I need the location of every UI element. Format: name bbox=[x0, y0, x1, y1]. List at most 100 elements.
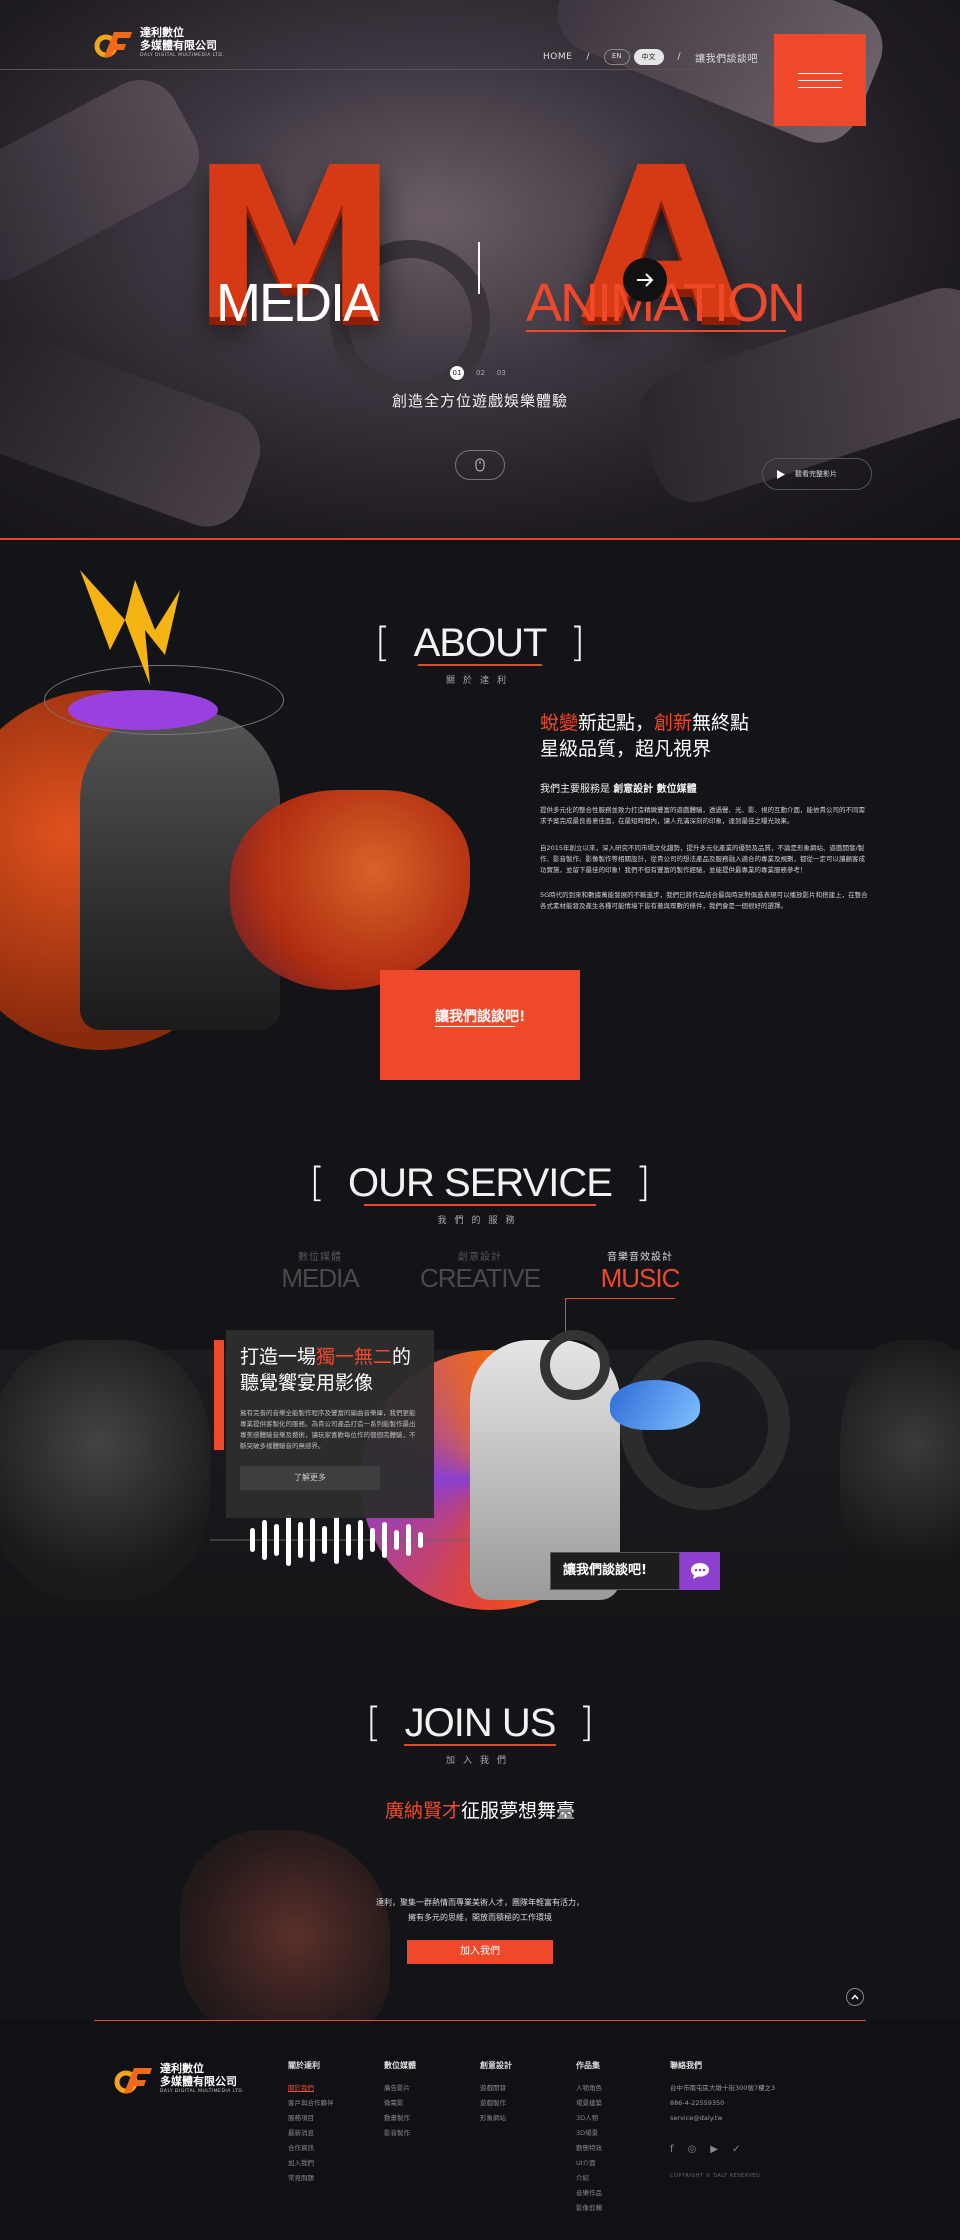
service-tab-creative[interactable]: 創意設計 CREATIVE bbox=[420, 1248, 541, 1294]
arrow-right-icon bbox=[637, 273, 654, 287]
footer-link[interactable]: UI介面 bbox=[576, 2156, 602, 2171]
footer-link[interactable]: 動畫製作 bbox=[384, 2111, 416, 2126]
footer-link[interactable]: 廣告影片 bbox=[384, 2081, 416, 2096]
contact-address: 台中市南屯區大墩十街300號7樓之3 bbox=[670, 2084, 776, 2092]
footer-brand-en: DALY DIGITAL MULTIMEDIA LTD. bbox=[160, 2089, 245, 2094]
service-card-text: 擁有完善的音樂全能製作程序及豐富的編曲音樂庫，我們更能專業提供客製化的服務。為貴… bbox=[240, 1409, 416, 1450]
footer-brand-line2: 多媒體有限公司 bbox=[160, 2075, 237, 2088]
sound-wave-icon bbox=[210, 1514, 470, 1566]
hero-next-button[interactable] bbox=[623, 258, 667, 302]
about-subtitle: 關於達利 bbox=[445, 676, 514, 686]
lang-zh-button[interactable]: 中文 bbox=[633, 49, 664, 65]
about-headline: 蛻變新起點，創新無終點 星級品質，超凡視界 bbox=[540, 712, 750, 760]
footer-link[interactable]: 影音製作 bbox=[384, 2126, 416, 2141]
lang-en-button[interactable]: EN bbox=[603, 49, 630, 65]
chat-button[interactable] bbox=[680, 1552, 720, 1590]
footer-link[interactable]: 客戶與合作夥伴 bbox=[288, 2096, 334, 2111]
watch-video-button[interactable]: 觀看完整影片 bbox=[762, 458, 872, 490]
about-title: ABOUT bbox=[413, 621, 548, 665]
service-section: [ OUR SERVICE ] 我們的服務 數位媒體 MEDIA 創意設計 CR… bbox=[0, 1080, 960, 1620]
footer-col-media: 數位媒體 廣告影片 微電影 動畫製作 影音製作 bbox=[384, 2060, 416, 2141]
join-us-button[interactable]: 加入我們 bbox=[407, 1940, 553, 1964]
brand-name-line2: 多媒體有限公司 bbox=[140, 39, 217, 52]
footer-top-line bbox=[94, 2020, 866, 2021]
site-logo[interactable]: 達利數位 多媒體有限公司 DALY DIGITAL MULTIMEDIA LTD… bbox=[94, 26, 224, 59]
footer-link[interactable]: 介紹 bbox=[576, 2171, 602, 2186]
brand-logo-icon bbox=[114, 2067, 152, 2093]
social-links: f ◎ ▶ ✓ bbox=[670, 2144, 775, 2155]
phoenix-illustration bbox=[230, 790, 470, 990]
footer-link[interactable]: 遊戲開發 bbox=[480, 2081, 512, 2096]
footer-link[interactable]: 服務項目 bbox=[288, 2111, 334, 2126]
site-footer: 達利數位 多媒體有限公司 DALY DIGITAL MULTIMEDIA LTD… bbox=[0, 2020, 960, 2240]
footer-link[interactable]: 加入我們 bbox=[288, 2156, 334, 2171]
instagram-icon[interactable]: ◎ bbox=[688, 2144, 697, 2155]
footer-link[interactable]: 影像剪輯 bbox=[576, 2201, 602, 2216]
nav-home[interactable]: HOME bbox=[543, 52, 572, 62]
service-chat-label[interactable]: 讓我們談談吧! bbox=[550, 1552, 680, 1590]
footer-link[interactable]: 關於我們 bbox=[288, 2081, 334, 2096]
service-card-title: 打造一場獨一無二的 聽覺饗宴用影像 bbox=[240, 1346, 412, 1394]
footer-link[interactable]: 3D場景 bbox=[576, 2126, 602, 2141]
footer-link[interactable]: 音樂作品 bbox=[576, 2186, 602, 2201]
hero-bg-shape bbox=[0, 65, 213, 295]
menu-button[interactable] bbox=[774, 34, 866, 126]
brand-logo-icon bbox=[94, 31, 132, 57]
about-cta-button[interactable]: 讓我們談談吧! bbox=[380, 970, 580, 1080]
service-card-accent bbox=[214, 1340, 224, 1450]
learn-more-button[interactable]: 了解更多 bbox=[240, 1466, 380, 1490]
footer-col-portfolio: 作品集 人物角色 場景建築 3D人物 3D場景 動態特效 UI介面 介紹 音樂作… bbox=[576, 2060, 602, 2216]
footer-link[interactable]: 場景建築 bbox=[576, 2096, 602, 2111]
nav-contact[interactable]: 讓我們談談吧 bbox=[695, 50, 758, 65]
mouse-icon bbox=[475, 458, 485, 472]
language-switch: EN 中文 bbox=[603, 49, 664, 65]
service-title: OUR SERVICE bbox=[348, 1161, 613, 1205]
copyright: COPYRIGHT © DALY RESERVED bbox=[670, 2173, 761, 2179]
back-to-top-button[interactable] bbox=[846, 1988, 864, 2006]
footer-logo[interactable]: 達利數位 多媒體有限公司 DALY DIGITAL MULTIMEDIA LTD… bbox=[114, 2062, 244, 2095]
hero-animation-underline bbox=[526, 330, 786, 332]
bird-illustration bbox=[610, 1380, 700, 1430]
header-divider bbox=[0, 69, 774, 70]
footer-link[interactable]: 3D人物 bbox=[576, 2111, 602, 2126]
service-card: 打造一場獨一無二的 聽覺饗宴用影像 擁有完善的音樂全能製作程序及豐富的編曲音樂庫… bbox=[226, 1330, 434, 1518]
footer-link[interactable]: 合作資訊 bbox=[288, 2141, 334, 2156]
service-tab-active-line bbox=[565, 1298, 675, 1299]
service-subtitle: 我們的服務 bbox=[437, 1216, 523, 1226]
brand-name-line1: 達利數位 bbox=[140, 26, 184, 39]
about-services: 我們主要服務是 創意設計 數位媒體 bbox=[540, 784, 697, 795]
footer-col-creative: 創意設計 遊戲開發 遊戲製作 形象網站 bbox=[480, 2060, 512, 2126]
nav-separator: / bbox=[586, 52, 590, 62]
service-tab-media[interactable]: 數位媒體 MEDIA bbox=[280, 1248, 360, 1294]
hero-divider bbox=[478, 242, 480, 294]
about-paragraph-1: 提供多元化的整合性服務並致力打造精緻豐富的遊戲體驗，透過聲、光、影、視的互動介面… bbox=[540, 806, 865, 825]
footer-link[interactable]: 動態特效 bbox=[576, 2141, 602, 2156]
service-tab-music[interactable]: 音樂音效設計 MUSIC bbox=[590, 1248, 690, 1294]
slide-dot-2[interactable]: 02 bbox=[476, 369, 485, 377]
footer-link[interactable]: 形象網站 bbox=[480, 2111, 512, 2126]
youtube-icon[interactable]: ▶ bbox=[710, 2144, 718, 2155]
scroll-indicator[interactable] bbox=[455, 450, 505, 480]
footer-link[interactable]: 微電影 bbox=[384, 2096, 416, 2111]
play-icon bbox=[777, 469, 785, 479]
footer-link[interactable]: 遊戲製作 bbox=[480, 2096, 512, 2111]
about-cta-label: 讓我們談談吧! bbox=[435, 1009, 526, 1025]
contact-phone[interactable]: 886-4-22559350 bbox=[670, 2096, 775, 2111]
footer-link[interactable]: 最新消息 bbox=[288, 2126, 334, 2141]
slide-dot-3[interactable]: 03 bbox=[497, 369, 506, 377]
footer-link[interactable]: 人物角色 bbox=[576, 2081, 602, 2096]
hero-slogan: 創造全方位遊戲娛樂體驗 bbox=[391, 392, 568, 410]
join-heading: [ JOIN US ] bbox=[365, 1700, 595, 1746]
contact-email[interactable]: service@daly.tw bbox=[670, 2111, 775, 2126]
service-heading: [ OUR SERVICE ] bbox=[309, 1160, 651, 1206]
twitter-icon[interactable]: ✓ bbox=[732, 2144, 740, 2155]
about-cta-underline bbox=[435, 1026, 515, 1027]
hero-word-media: MEDIA bbox=[216, 273, 379, 333]
footer-link[interactable]: 常見問題 bbox=[288, 2171, 334, 2186]
slide-dot-1[interactable]: 01 bbox=[450, 366, 464, 380]
nav-separator: / bbox=[677, 52, 682, 62]
join-description: 達利，聚集一群熱情而專業美術人才，團隊年輕富有活力， 擁有多元的思維，開放而積極… bbox=[376, 1898, 584, 1922]
menu-icon-line bbox=[798, 87, 842, 88]
chat-icon bbox=[691, 1563, 709, 1579]
facebook-icon[interactable]: f bbox=[670, 2144, 674, 2155]
